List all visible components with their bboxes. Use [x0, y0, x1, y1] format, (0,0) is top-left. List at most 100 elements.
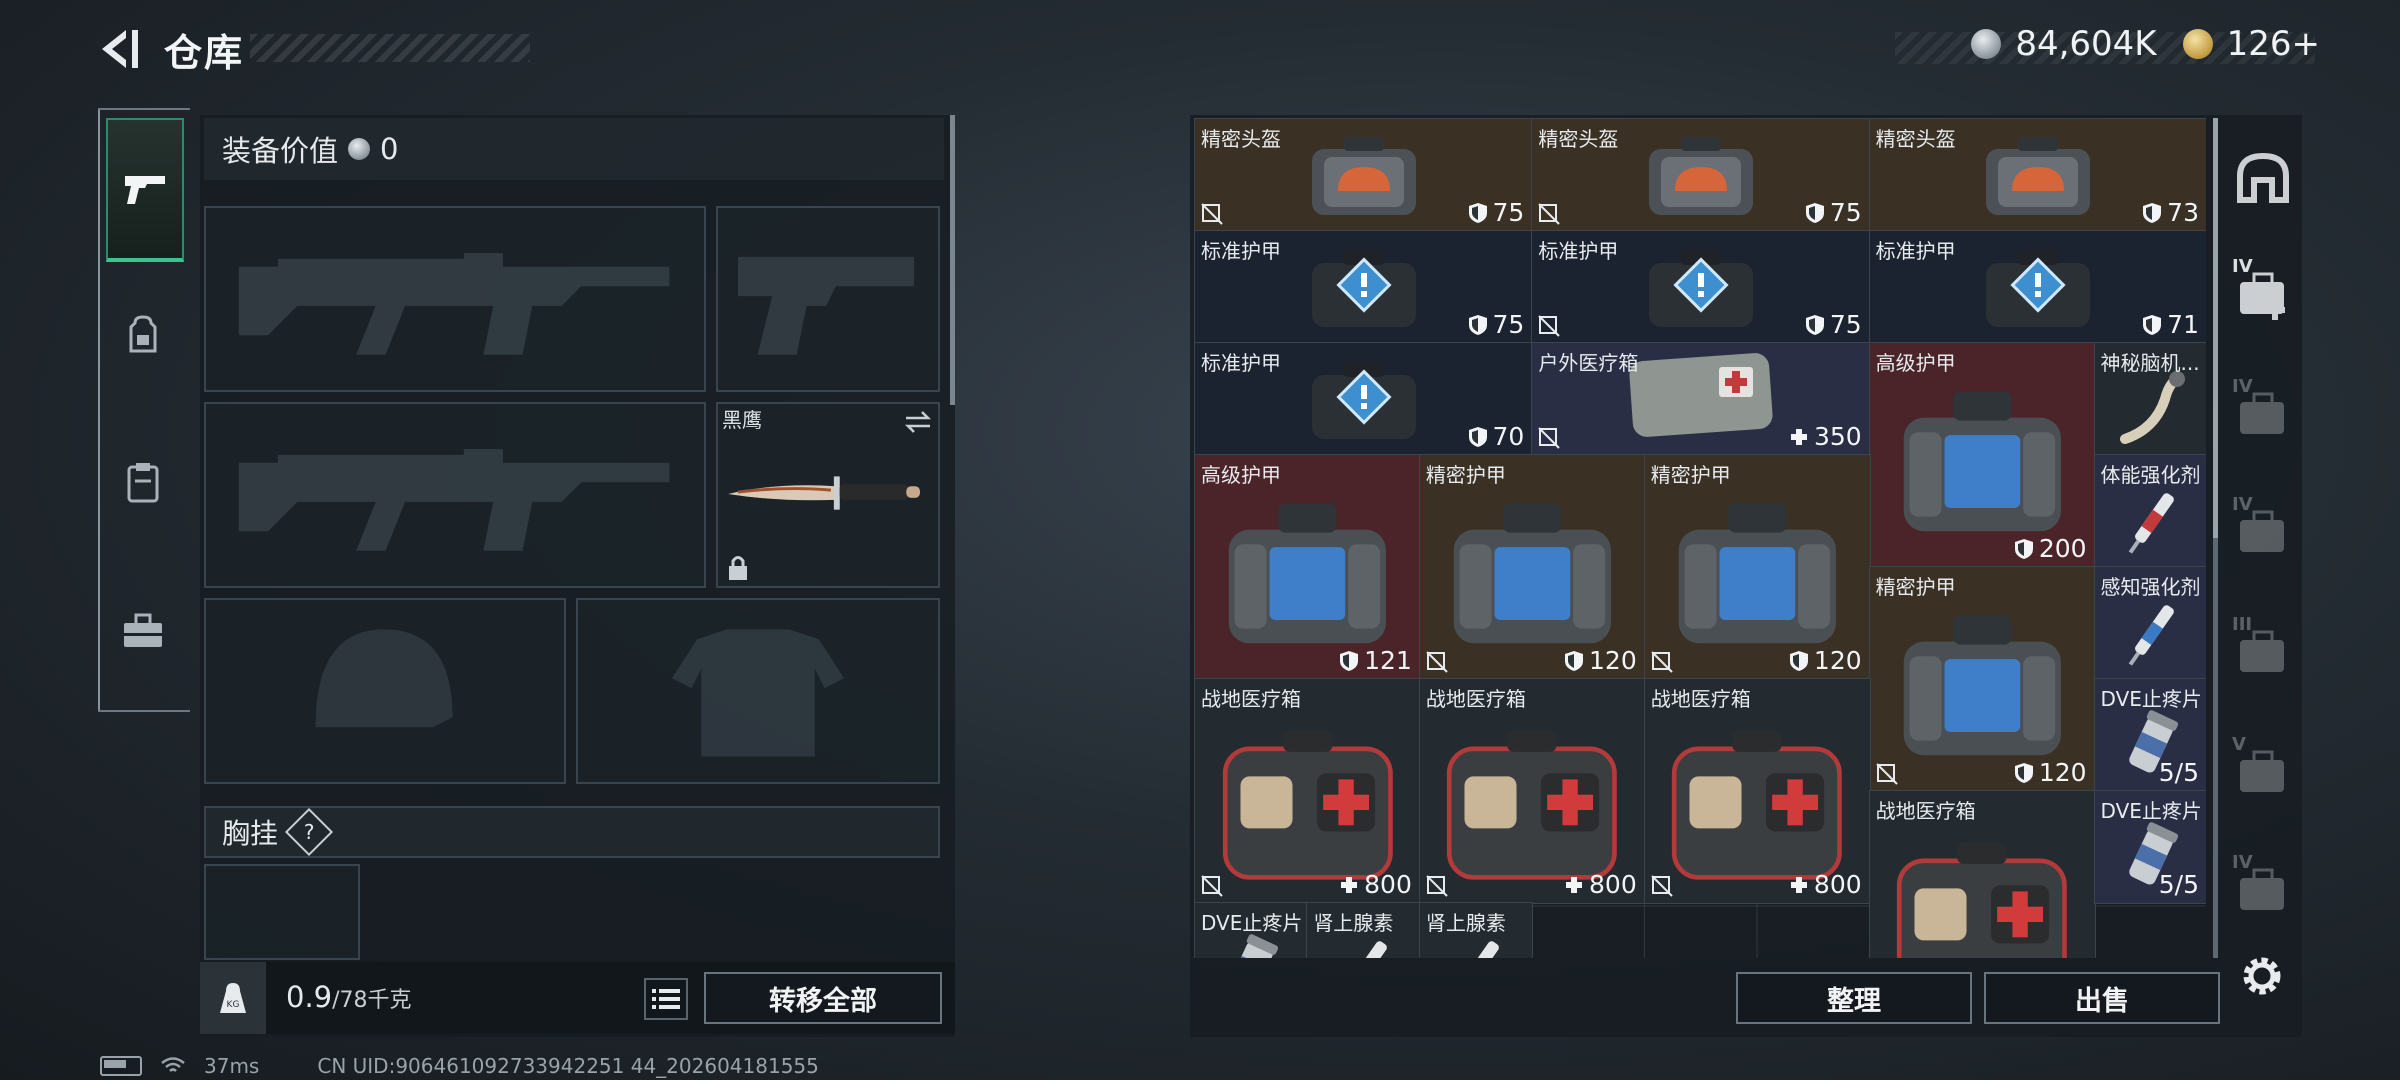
sell-button[interactable]: 出售	[1984, 972, 2220, 1024]
tier-label: IV	[2232, 376, 2253, 397]
durability-shield-icon	[1789, 650, 1808, 671]
gold-amount[interactable]: 126+	[2227, 24, 2320, 64]
status-bar: 37ms CN UID:906461092733942251 44_202604…	[100, 1054, 819, 1078]
arch-icon[interactable]	[2232, 148, 2294, 210]
sort-button[interactable]: 整理	[1736, 972, 1972, 1024]
pistol-slot[interactable]	[716, 206, 940, 392]
weight-current: 0.9	[286, 980, 333, 1014]
durability-shield-icon	[1565, 650, 1584, 671]
chest-rig-slot[interactable]	[204, 864, 360, 960]
gear-item-icon[interactable]: V	[2232, 734, 2294, 802]
list-icon	[652, 989, 680, 1009]
helmet-slot[interactable]	[204, 598, 566, 784]
item-name: 标准护甲	[1201, 351, 1281, 375]
gold-coin-icon	[2182, 29, 2213, 59]
inventory-item[interactable]: DVE止疼片 5/5	[2093, 678, 2206, 792]
item-name: 标准护甲	[1875, 239, 1956, 263]
inventory-item[interactable]: 肾上腺素	[1306, 902, 1421, 958]
swap-icon[interactable]	[904, 410, 932, 434]
rifle-silhouette-icon	[238, 449, 670, 551]
item-value: 75	[1468, 198, 1524, 227]
inventory-item[interactable]: 高级护甲 121	[1194, 454, 1421, 680]
inventory-scroll-thumb[interactable]	[2213, 118, 2218, 538]
item-value: 73	[2142, 198, 2199, 227]
first-aid-kit-icon	[1222, 730, 1393, 880]
inventory-item[interactable]: DVE止疼片	[1194, 902, 1309, 958]
item-value: 120	[2014, 758, 2087, 787]
medkit-plus-icon[interactable]: IV	[2232, 256, 2294, 324]
primary-weapon-slot[interactable]	[204, 206, 706, 392]
item-name: 感知强化剂	[2100, 575, 2201, 599]
ammo-icon[interactable]: IV	[2232, 376, 2294, 444]
inventory-item[interactable]: 肾上腺素	[1418, 902, 1534, 958]
silver-amount: 84,604K	[2015, 24, 2157, 64]
melee-label: 黑鹰	[722, 408, 762, 432]
item-value: 800	[1789, 870, 1862, 899]
inventory-item[interactable]: 战地医疗箱 800	[1194, 678, 1421, 904]
tab-toolbox[interactable]	[106, 562, 180, 700]
durability-shield-icon	[1805, 314, 1824, 335]
inventory-item[interactable]: 标准护甲 75	[1531, 230, 1871, 344]
equipment-scrollbar[interactable]	[950, 115, 955, 405]
no-safe-box-icon	[1651, 875, 1673, 897]
item-name: 肾上腺素	[1313, 911, 1394, 935]
inventory-item[interactable]: 精密护甲 120	[1418, 454, 1646, 680]
armor-slot[interactable]	[576, 598, 940, 784]
armor-bag-icon	[1903, 615, 2061, 755]
item-value: 71	[2142, 310, 2199, 339]
gear-item-icon[interactable]: IV	[2232, 494, 2294, 562]
vest-icon	[127, 463, 159, 503]
gear-item-icon[interactable]: IV	[2232, 852, 2294, 920]
tab-vest[interactable]	[106, 414, 180, 552]
inventory-item[interactable]: 标准护甲 70	[1194, 342, 1534, 456]
list-view-button[interactable]	[644, 978, 688, 1020]
tab-divider	[98, 108, 190, 110]
triangle-item-icon[interactable]: III	[2232, 614, 2294, 682]
inventory-item[interactable]: 战地医疗箱	[1868, 790, 2096, 958]
item-name: 体能强化剂	[2100, 463, 2201, 487]
help-icon[interactable]: ?	[284, 807, 334, 857]
item-name: 高级护甲	[1201, 463, 1281, 487]
durability-shield-icon	[1340, 650, 1359, 671]
durability-shield-icon	[1468, 202, 1487, 223]
tab-backpack[interactable]	[106, 266, 180, 404]
inventory-item[interactable]: 精密头盔 73	[1868, 118, 2206, 232]
inventory-item[interactable]: 精密护甲 120	[1643, 454, 1871, 680]
chest-rig-bar: 胸挂 ?	[204, 806, 940, 858]
inventory-item[interactable]: 精密头盔 75	[1531, 118, 1871, 232]
inventory-item[interactable]: 精密护甲 120	[1868, 566, 2096, 792]
item-name: 战地医疗箱	[1650, 687, 1751, 711]
inventory-item[interactable]: 标准护甲 71	[1868, 230, 2206, 344]
inventory-item[interactable]: 精密头盔 75	[1194, 118, 1534, 232]
inventory-item[interactable]: 神秘脑机...	[2093, 342, 2206, 456]
item-name: 户外医疗箱	[1538, 351, 1639, 375]
inventory-item[interactable]: 高级护甲 200	[1868, 342, 2096, 568]
inventory-item[interactable]: DVE止疼片 5/5	[2093, 790, 2206, 904]
currency-display: 84,604K 126+	[1971, 22, 2320, 66]
inventory-item[interactable]: 战地医疗箱 800	[1643, 678, 1871, 904]
settings-gear-icon[interactable]	[2236, 950, 2288, 1002]
item-name: 战地医疗箱	[1875, 799, 1976, 823]
inventory-item[interactable]: 感知强化剂	[2093, 566, 2206, 680]
chest-rig-label: 胸挂	[222, 817, 279, 850]
pistol-icon	[125, 176, 165, 204]
tab-weapons[interactable]	[106, 118, 184, 262]
heal-plus-icon	[1790, 428, 1807, 445]
secondary-weapon-slot[interactable]	[204, 402, 706, 588]
armor-bag-icon	[1453, 503, 1611, 643]
inventory-item[interactable]: 标准护甲 75	[1194, 230, 1534, 344]
item-name: 战地医疗箱	[1425, 687, 1526, 711]
no-safe-box-icon	[1426, 875, 1448, 897]
title-stripe	[250, 34, 530, 62]
standard-armor-icon	[1648, 249, 1753, 327]
armor-silhouette-icon	[671, 629, 845, 757]
back-arrow-icon[interactable]	[96, 26, 142, 72]
inventory-item[interactable]: 户外医疗箱 350	[1531, 342, 1871, 456]
transfer-all-button[interactable]: 转移全部	[704, 972, 942, 1024]
item-name: DVE止疼片	[1201, 911, 1303, 935]
inventory-item[interactable]: 战地医疗箱 800	[1418, 678, 1646, 904]
item-name: DVE止疼片	[2100, 799, 2202, 823]
item-name: 战地医疗箱	[1201, 687, 1301, 711]
inventory-item[interactable]: 体能强化剂	[2093, 454, 2206, 568]
toolbox-icon	[124, 613, 162, 647]
